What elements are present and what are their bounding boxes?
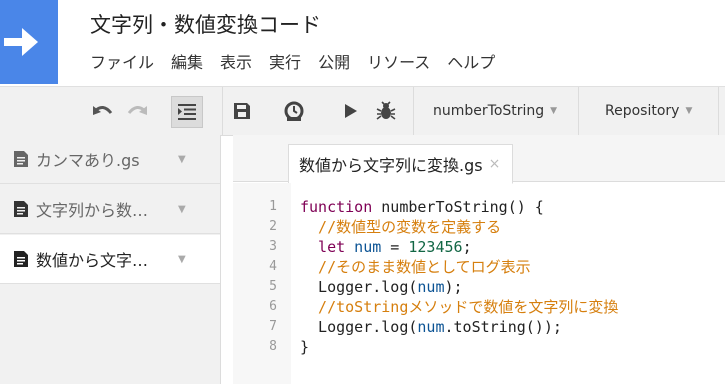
toolbar-divider [222,87,223,135]
file-name: 文字列から数… [36,201,149,220]
code-text: numberToString() { [372,198,544,216]
toolbar: numberToString ▼ Repository ▼ [0,86,725,136]
code-text: } [300,338,310,356]
chevron-down-icon: ▼ [685,106,693,116]
triggers-button[interactable] [278,87,310,135]
chevron-down-icon[interactable]: ▼ [178,154,186,165]
code-line: //そのまま数値としてログ表示 [300,257,531,277]
menu-help[interactable]: ヘルプ [447,53,495,72]
save-icon [234,103,250,119]
redo-button[interactable] [122,87,152,135]
code-line: Logger.log(num); [300,277,463,297]
chevron-down-icon: ▼ [550,106,558,116]
code-line: } [300,337,309,357]
code-comment: //そのまま数値としてログ表示 [300,258,531,276]
toolbar-divider [413,87,414,135]
menu-publish[interactable]: 公開 [318,53,350,72]
redo-icon [127,106,147,115]
code-editor: 数値から文字列に変換.gs × 1 2 3 4 5 6 7 8 function… [233,135,725,384]
file-doc-icon [14,201,28,217]
toolbar-divider [578,87,579,135]
debug-button[interactable] [372,87,400,135]
code-line: //toStringメソッドで数値を文字列に変換 [300,297,618,317]
code-keyword: let [300,238,346,256]
file-doc-icon [14,151,28,167]
undo-icon [93,106,113,115]
indent-button[interactable] [171,96,203,128]
code-text: Logger.log( [300,278,418,296]
code-line: //数値型の変数を定義する [300,217,501,237]
code-variable: num [345,238,382,256]
file-name: 数値から文字… [36,251,149,270]
menu-run[interactable]: 実行 [269,53,301,72]
code-text-area[interactable]: function numberToString() { //数値型の変数を定義す… [300,183,618,363]
code-text: Logger.log( [300,318,418,336]
file-item[interactable]: カンマあり.gs ▼ [0,135,220,184]
code-comment: //toStringメソッドで数値を文字列に変換 [300,298,619,316]
line-number: 4 [269,259,277,274]
line-number: 1 [269,199,277,214]
undo-button[interactable] [88,87,118,135]
code-text: .toString()); [444,318,562,336]
code-line: function numberToString() { [300,197,544,217]
chevron-down-icon[interactable]: ▼ [178,254,186,265]
debug-bug-icon [376,101,396,120]
menu-resources[interactable]: リソース [367,53,430,72]
file-list: カンマあり.gs ▼ 文字列から数… ▼ 数値から文字… ▼ [0,135,221,384]
line-number: 5 [269,279,277,294]
code-text: ; [462,238,472,256]
toolbar-divider [718,87,719,135]
code-variable: num [417,318,445,336]
file-doc-icon [14,251,28,267]
code-keyword: function [300,198,373,216]
code-line: let num = 123456; [300,237,472,257]
code-line: Logger.log(num.toString()); [300,317,562,337]
line-number: 3 [269,239,277,254]
line-number: 7 [269,319,277,334]
editor-tab[interactable]: 数値から文字列に変換.gs × [288,144,514,184]
indent-icon [178,104,196,120]
function-select-value: numberToString [433,103,545,119]
run-button[interactable] [338,87,364,135]
repository-select-value: Repository [605,103,680,119]
file-name: カンマあり.gs [36,151,140,170]
menu-file[interactable]: ファイル [90,53,154,72]
repository-select[interactable]: Repository ▼ [605,87,692,135]
arrow-right-icon [4,28,38,56]
menu-bar: ファイル 編集 表示 実行 公開 リソース ヘルプ [90,49,512,73]
close-icon[interactable]: × [489,156,501,172]
line-number: 8 [269,339,277,354]
menu-view[interactable]: 表示 [220,53,252,72]
menu-edit[interactable]: 編集 [171,53,203,72]
line-number-gutter: 1 2 3 4 5 6 7 8 [233,183,291,384]
function-select[interactable]: numberToString ▼ [433,87,557,135]
apps-script-logo[interactable] [0,0,58,84]
save-button[interactable] [228,87,256,135]
code-text: ); [444,278,463,296]
chevron-down-icon[interactable]: ▼ [178,204,186,215]
editor-tab-bar: 数値から文字列に変換.gs × [233,135,725,184]
project-title[interactable]: 文字列・数値変換コード [90,9,321,39]
code-variable: num [417,278,445,296]
file-item[interactable]: 文字列から数… ▼ [0,185,220,234]
line-number: 6 [269,299,277,314]
run-icon [345,104,357,118]
line-number: 2 [269,219,277,234]
code-comment: //数値型の変数を定義する [300,218,502,236]
code-number: 123456 [408,238,463,256]
trigger-clock-icon [284,101,304,121]
editor-tab-label: 数値から文字列に変換.gs [299,156,483,175]
code-text: = [381,238,409,256]
file-item-active[interactable]: 数値から文字… ▼ [0,235,220,284]
